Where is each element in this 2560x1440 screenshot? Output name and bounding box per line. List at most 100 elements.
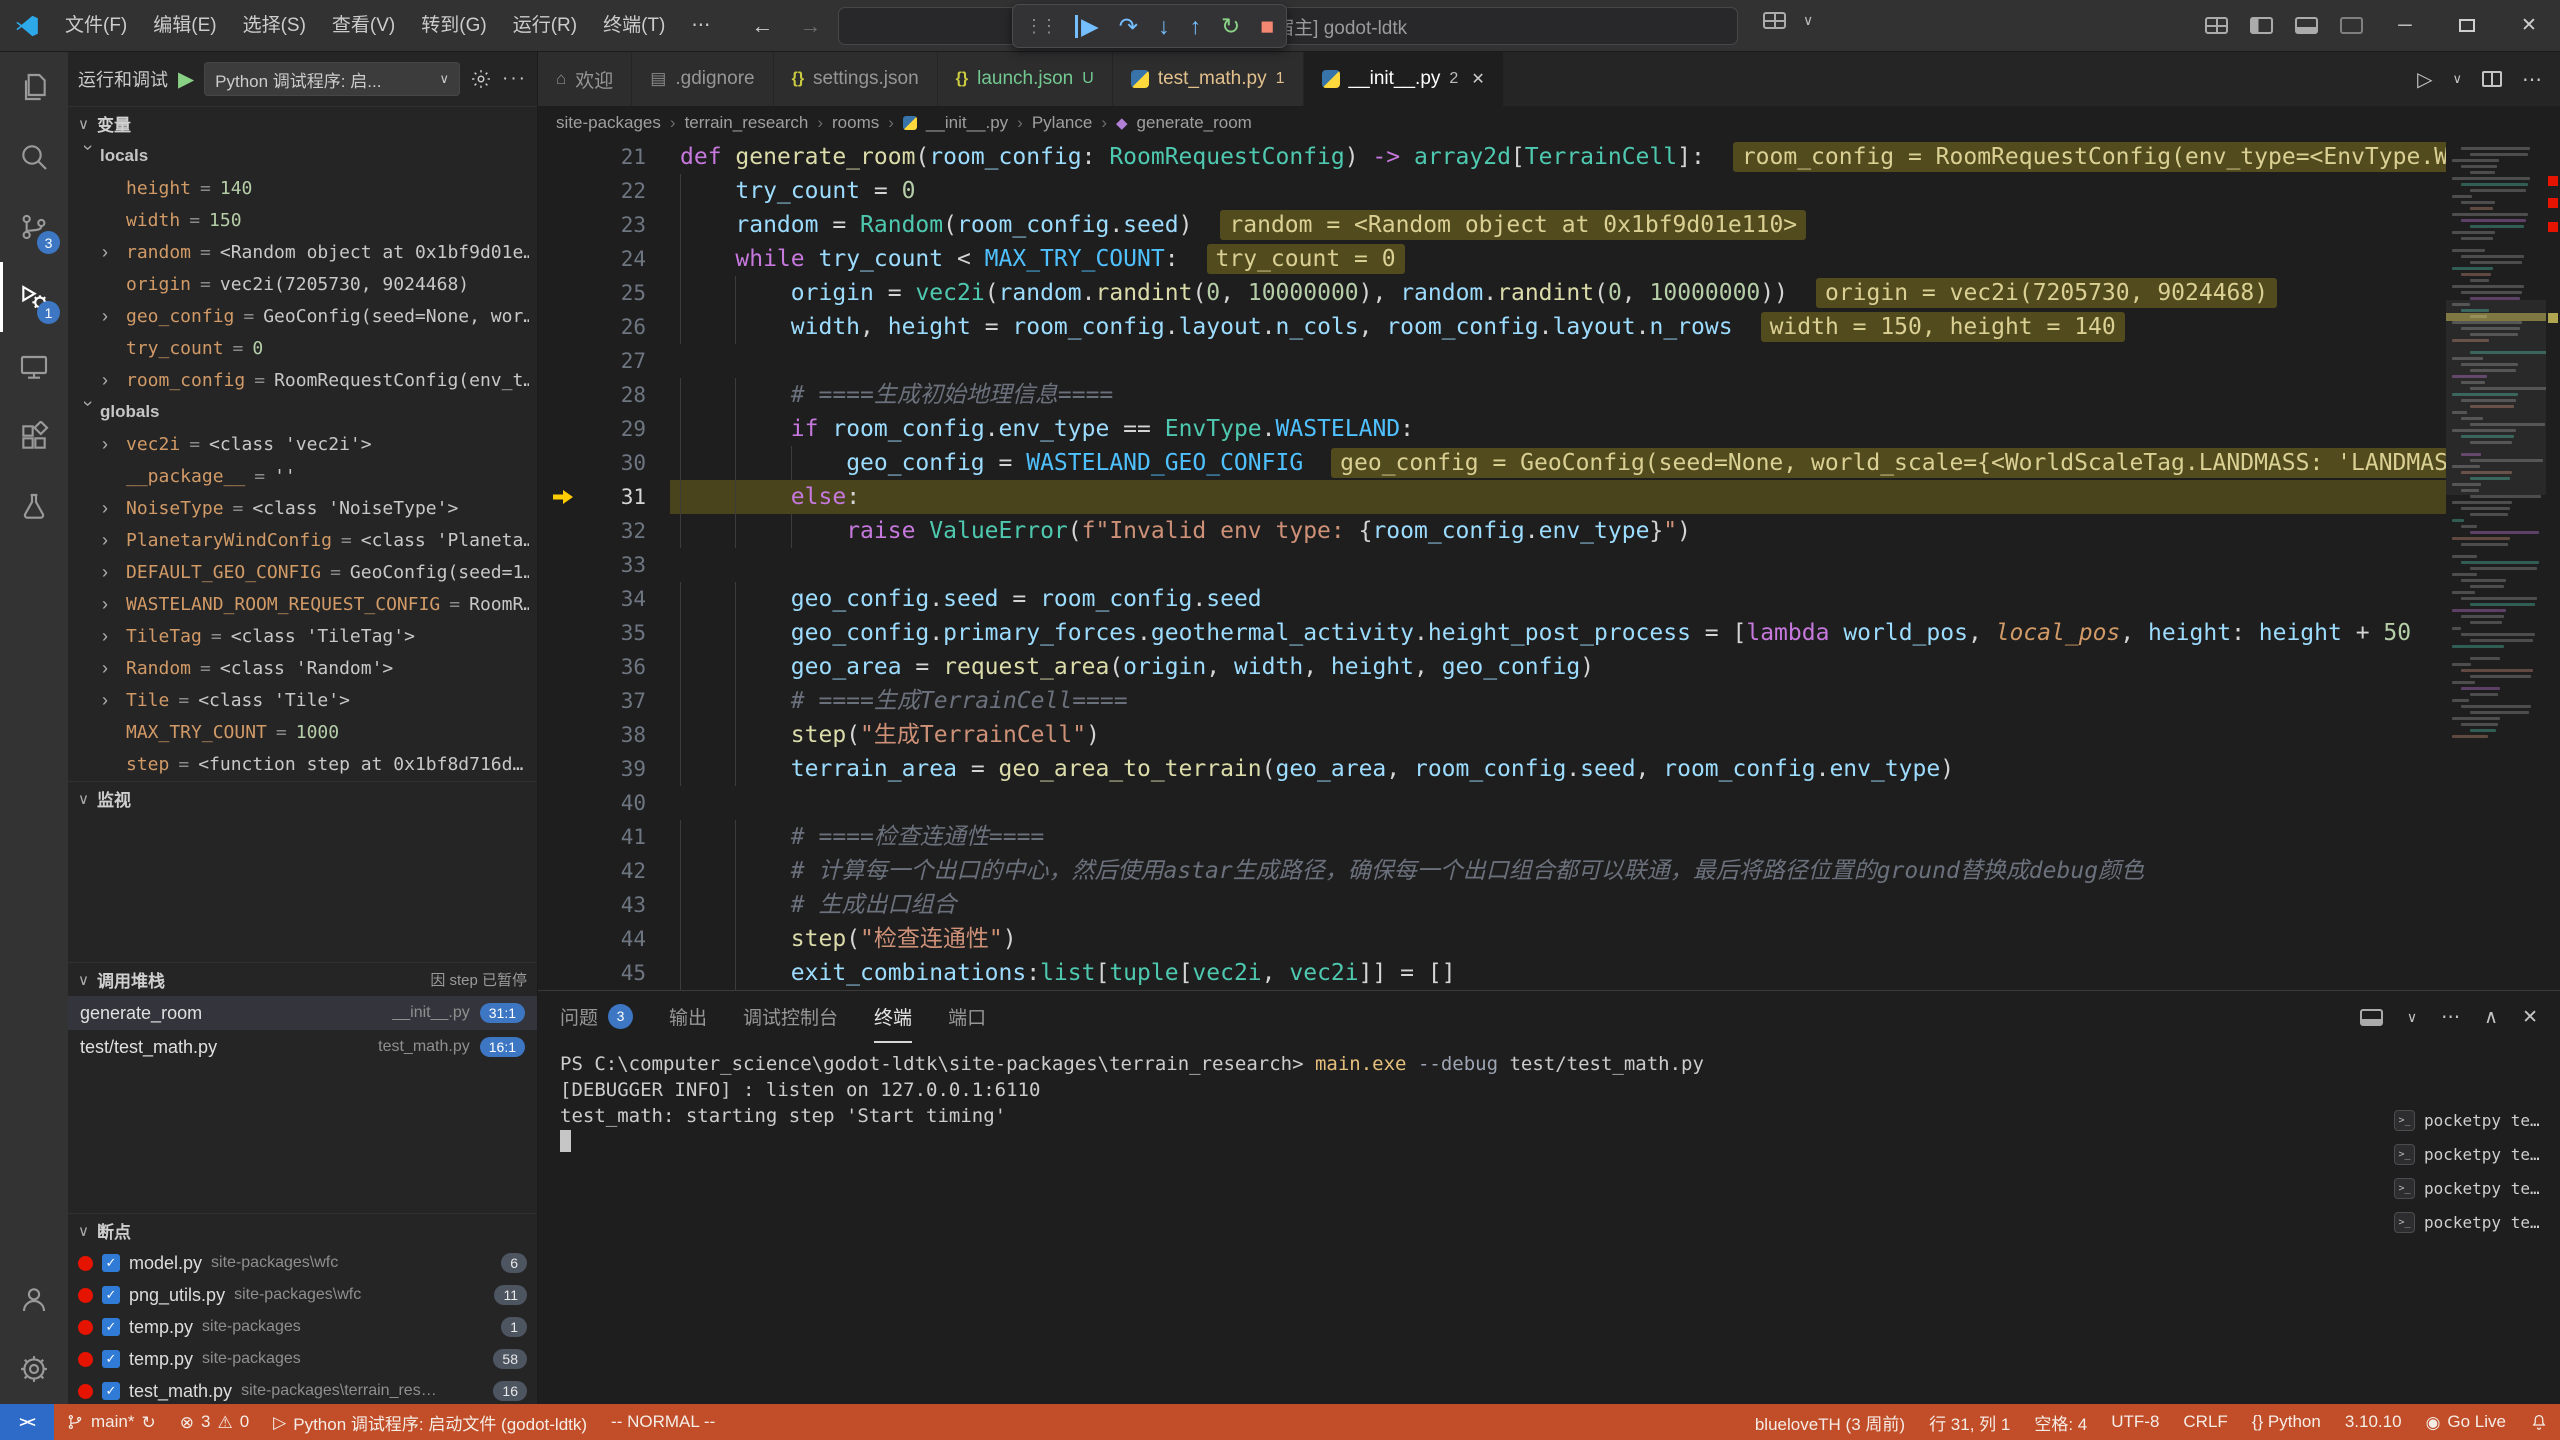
menu-运行(R)[interactable]: 运行(R) [500,8,590,44]
breakpoint-checkbox[interactable]: ✓ [102,1286,120,1304]
code-line-45[interactable]: exit_combinations:list[tuple[vec2i, vec2… [670,956,2560,990]
variable-random[interactable]: ›random=<Random object at 0x1bf9d01e… [68,236,537,268]
terminal-instance-1[interactable]: >_pocketpy te… [2390,1103,2548,1137]
indentation[interactable]: 空格: 4 [2022,1404,2099,1440]
minimap-slider[interactable] [2446,300,2546,495]
code-line-31[interactable]: else: [670,480,2560,514]
breadcrumb-item[interactable]: Pylance [1032,113,1092,133]
breakpoint-temp.py[interactable]: ✓temp.pysite-packages1 [68,1311,537,1343]
gutter-line-35[interactable]: 35 [538,616,670,650]
code-line-38[interactable]: step("生成TerrainCell") [670,718,2560,752]
callstack-frame-test/test_math.py[interactable]: test/test_math.pytest_math.py16:1 [68,1030,537,1064]
variable-Tile[interactable]: ›Tile=<class 'Tile'> [68,684,537,716]
code-line-44[interactable]: step("检查连通性") [670,922,2560,956]
activity-source-control[interactable]: 3 [0,192,68,262]
step-into-button[interactable]: ↓ [1158,15,1170,38]
variable-geo_config[interactable]: ›geo_config=GeoConfig(seed=None, wor… [68,300,537,332]
gutter-line-24[interactable]: 24 [538,242,670,276]
maximize-button[interactable] [2436,0,2498,52]
terminal-instance-2[interactable]: >_pocketpy te… [2390,1137,2548,1171]
breakpoint-checkbox[interactable]: ✓ [102,1382,120,1400]
gutter-line-22[interactable]: 22 [538,174,670,208]
variable-NoiseType[interactable]: ›NoiseType=<class 'NoiseType'> [68,492,537,524]
code-line-37[interactable]: # ====生成TerrainCell==== [670,684,2560,718]
activity-extensions[interactable] [0,402,68,472]
panel-tab-输出[interactable]: 输出 [669,991,707,1043]
gutter-line-32[interactable]: 32 [538,514,670,548]
panel-more-icon[interactable]: ⋯ [2441,1006,2460,1029]
remote-indicator[interactable]: >< [0,1404,54,1440]
language-mode[interactable]: {} Python [2240,1404,2333,1440]
watch-section-header[interactable]: ∨ 监视 [68,781,537,815]
gutter-line-25[interactable]: 25 [538,276,670,310]
variable-__package__[interactable]: __package__='' [68,460,537,492]
menu-编辑(E)[interactable]: 编辑(E) [140,8,229,44]
code-line-43[interactable]: # 生成出口组合 [670,888,2560,922]
tab-欢迎[interactable]: ⌂欢迎 [538,52,632,106]
breakpoint-png_utils.py[interactable]: ✓png_utils.pysite-packages\wfc11 [68,1279,537,1311]
editor-code[interactable]: def generate_room(room_config: RoomReque… [670,140,2560,990]
gutter-line-37[interactable]: 37 [538,684,670,718]
menu-文件(F)[interactable]: 文件(F) [52,8,140,44]
code-line-29[interactable]: if room_config.env_type == EnvType.WASTE… [670,412,2560,446]
menu-查看(V)[interactable]: 查看(V) [319,8,408,44]
breadcrumb-item[interactable]: terrain_research [685,113,809,133]
gutter-line-28[interactable]: 28 [538,378,670,412]
minimize-button[interactable]: ─ [2374,0,2436,52]
variable-origin[interactable]: origin=vec2i(7205730, 9024468) [68,268,537,300]
customize-layout-icon[interactable] [2205,17,2228,34]
gutter-line-43[interactable]: 43 [538,888,670,922]
step-over-button[interactable]: ↷ [1119,15,1138,38]
variable-TileTag[interactable]: ›TileTag=<class 'TileTag'> [68,620,537,652]
notifications[interactable] [2518,1404,2560,1440]
variable-DEFAULT_GEO_CONFIG[interactable]: ›DEFAULT_GEO_CONFIG=GeoConfig(seed=1… [68,556,537,588]
encoding[interactable]: UTF-8 [2099,1404,2171,1440]
breadcrumb-item[interactable]: __init__.py [926,113,1008,133]
code-line-42[interactable]: # 计算每一个出口的中心，然后使用astar生成路径，确保每一个出口组合都可以联… [670,854,2560,888]
code-line-33[interactable] [670,548,2560,582]
breakpoint-checkbox[interactable]: ✓ [102,1318,120,1336]
breadcrumb-item[interactable]: rooms [832,113,879,133]
activity-search[interactable] [0,122,68,192]
gutter-line-38[interactable]: 38 [538,718,670,752]
git-branch[interactable]: main* ↻ [54,1404,168,1440]
activity-run-debug[interactable]: 1 [0,262,68,332]
gutter-line-23[interactable]: 23 [538,208,670,242]
variable-Random[interactable]: ›Random=<class 'Random'> [68,652,537,684]
variable-MAX_TRY_COUNT[interactable]: MAX_TRY_COUNT=1000 [68,716,537,748]
code-line-34[interactable]: geo_config.seed = room_config.seed [670,582,2560,616]
gear-icon[interactable] [470,68,492,90]
eol[interactable]: CRLF [2171,1404,2239,1440]
menu-⋯[interactable]: ⋯ [678,8,723,44]
variable-width[interactable]: width=150 [68,204,537,236]
panel-tab-问题[interactable]: 问题3 [560,991,633,1043]
activity-settings[interactable] [0,1334,68,1404]
toggle-primary-sidebar-icon[interactable] [2250,17,2273,34]
gutter-line-40[interactable]: 40 [538,786,670,820]
variable-step[interactable]: step=<function step at 0x1bf8d716d… [68,748,537,780]
code-line-23[interactable]: random = Random(room_config.seed)random … [670,208,2560,242]
gutter-line-45[interactable]: 45 [538,956,670,990]
step-out-button[interactable]: ↑ [1189,15,1201,38]
drag-handle[interactable]: ⋮⋮ [1025,17,1055,35]
variable-WASTELAND_ROOM_REQUEST_CONFIG[interactable]: ›WASTELAND_ROOM_REQUEST_CONFIG=RoomR… [68,588,537,620]
gutter-line-42[interactable]: 42 [538,854,670,888]
gutter-line-33[interactable]: 33 [538,548,670,582]
minimap[interactable] [2446,140,2546,990]
activity-accounts[interactable] [0,1264,68,1334]
code-line-28[interactable]: # ====生成初始地理信息==== [670,378,2560,412]
variable-vec2i[interactable]: ›vec2i=<class 'vec2i'> [68,428,537,460]
variable-height[interactable]: height=140 [68,172,537,204]
callstack-section-header[interactable]: ∨ 调用堆栈 因 step 已暂停 [68,962,537,996]
breakpoint-test_math.py[interactable]: ✓test_math.pysite-packages\terrain_res…1… [68,1375,537,1404]
code-line-22[interactable]: try_count = 0 [670,174,2560,208]
restart-button[interactable]: ↻ [1221,15,1240,38]
problems-summary[interactable]: ⊗ 3 ⚠ 0 [168,1404,261,1440]
gutter-line-41[interactable]: 41 [538,820,670,854]
code-line-35[interactable]: geo_config.primary_forces.geothermal_act… [670,616,2560,650]
breadcrumb-item[interactable]: generate_room [1137,113,1252,133]
start-debug-button[interactable]: ▶ [178,67,194,92]
callstack-frame-generate_room[interactable]: generate_room__init__.py31:1 [68,996,537,1030]
activity-testing[interactable] [0,472,68,542]
variable-try_count[interactable]: try_count=0 [68,332,537,364]
